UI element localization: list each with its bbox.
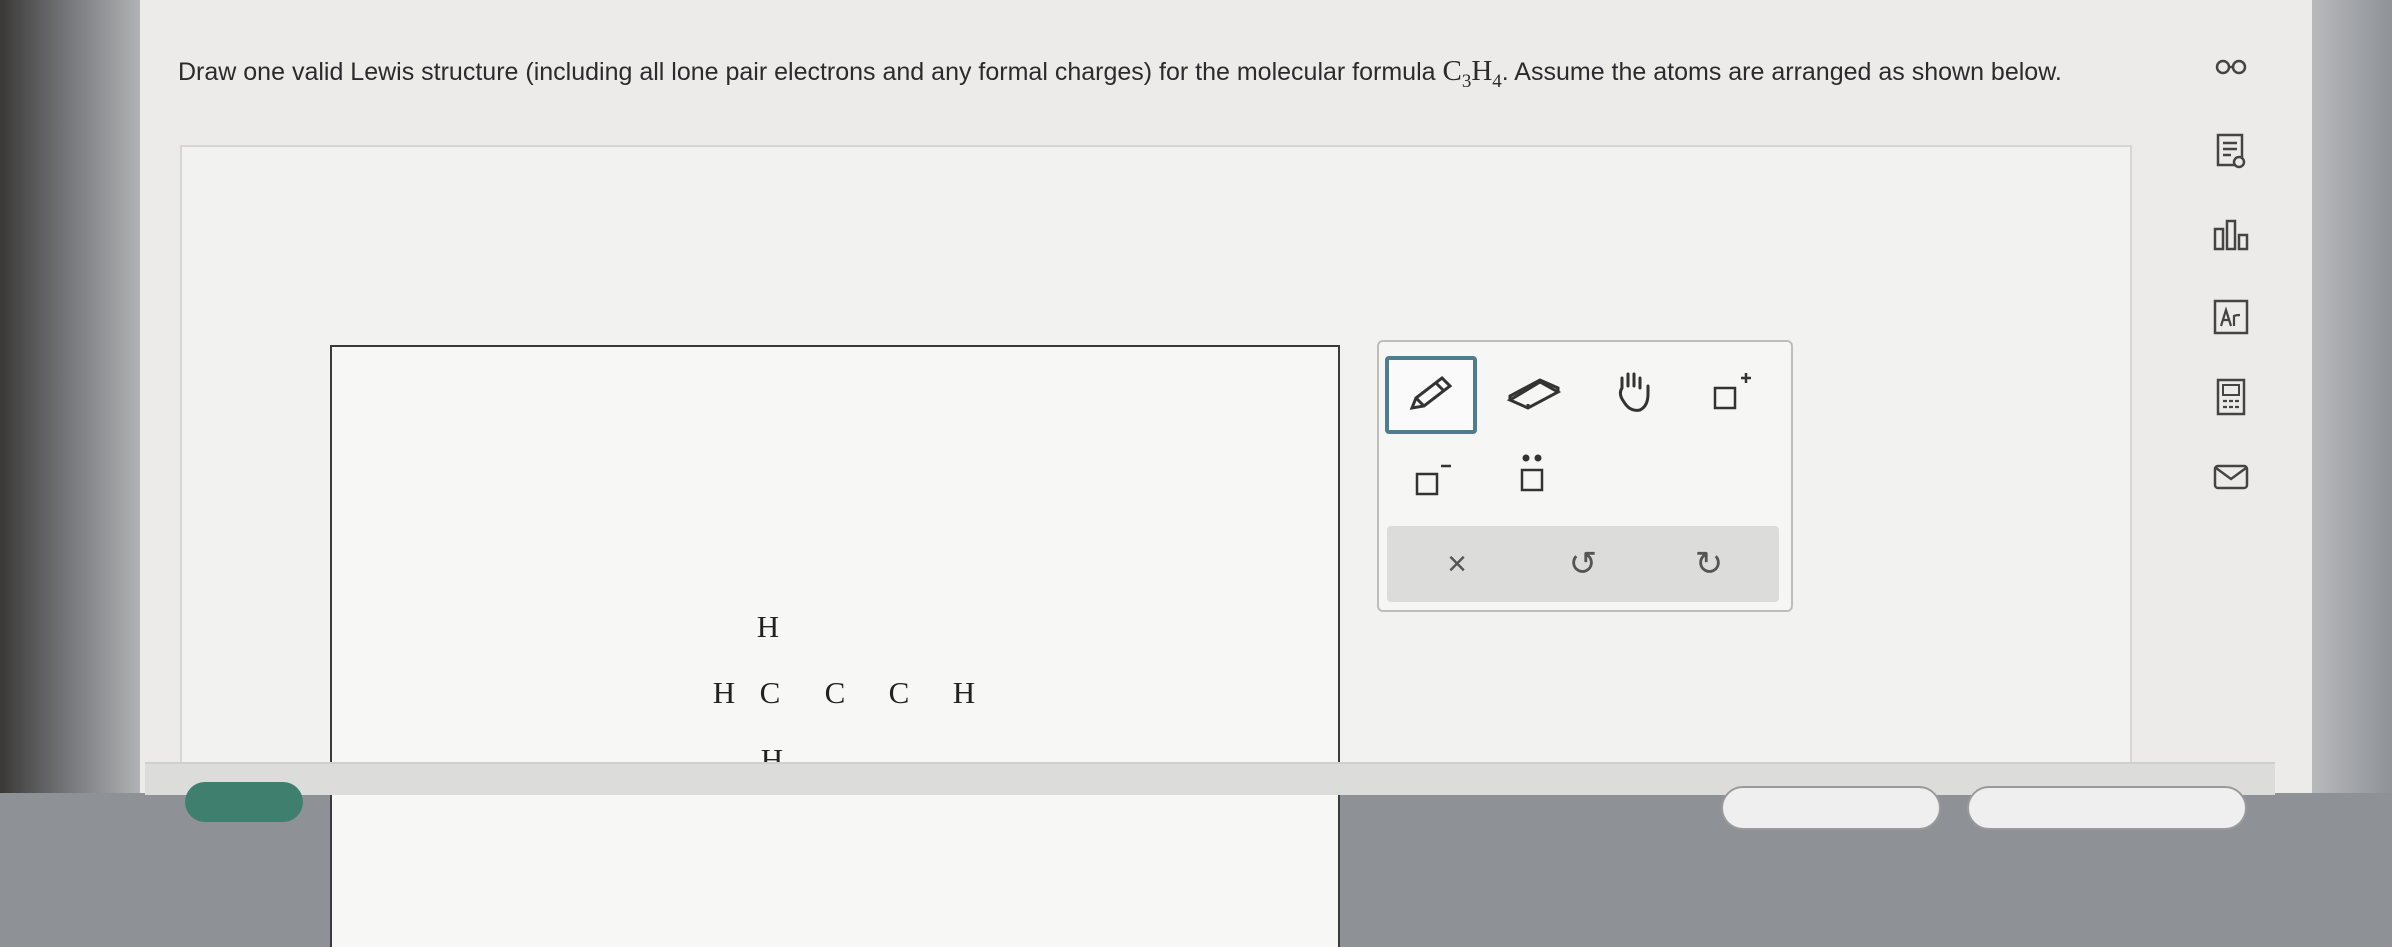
eraser-icon — [1506, 378, 1562, 410]
redo-button[interactable]: ↻ — [1659, 530, 1759, 598]
question-page: Draw one valid Lewis structure (includin… — [140, 0, 2312, 947]
question-text-after: . Assume the atoms are arranged as shown… — [1501, 58, 2062, 86]
explanation-button[interactable] — [185, 782, 303, 822]
atom-h-right[interactable]: H — [949, 675, 979, 711]
atom-h-left[interactable]: H — [709, 675, 739, 711]
atom-c2[interactable]: C — [820, 675, 850, 711]
drawing-toolbox: × ↺ ↻ — [1377, 340, 1793, 612]
clear-button[interactable]: × — [1407, 530, 1507, 598]
negative-charge-icon — [1415, 464, 1451, 496]
glasses-icon[interactable] — [2206, 42, 2256, 92]
answer-area: H H C C C H H × ↺ ↻ — [180, 145, 2132, 947]
lone-pair-tool[interactable] — [1489, 438, 1575, 510]
pencil-icon — [1409, 376, 1453, 410]
bottom-bar — [145, 762, 2275, 830]
hand-icon — [1618, 372, 1650, 412]
molecular-formula: C3H4 — [1442, 55, 1502, 92]
drawing-canvas[interactable]: H H C C C H H — [330, 345, 1340, 947]
periodic-table-icon[interactable] — [2206, 292, 2256, 342]
negative-charge-tool[interactable] — [1389, 442, 1475, 514]
left-background — [0, 0, 150, 793]
question-text-before: Draw one valid Lewis structure (includin… — [178, 58, 1443, 86]
eraser-tool[interactable] — [1491, 358, 1577, 430]
action-bar: × ↺ ↻ — [1387, 526, 1779, 602]
calculator-icon[interactable] — [2206, 372, 2256, 422]
chart-icon[interactable] — [2206, 210, 2256, 260]
atom-c3[interactable]: C — [884, 675, 914, 711]
undo-button[interactable]: ↺ — [1533, 530, 1633, 598]
atom-h-top[interactable]: H — [753, 609, 783, 645]
mail-icon[interactable] — [2206, 452, 2256, 502]
positive-charge-icon — [1713, 373, 1751, 410]
hand-tool[interactable] — [1591, 356, 1677, 428]
atom-c1[interactable]: C — [755, 675, 785, 711]
positive-charge-tool[interactable] — [1689, 356, 1775, 428]
notes-icon[interactable] — [2206, 126, 2256, 176]
question-text: Draw one valid Lewis structure (includin… — [178, 46, 2178, 107]
pencil-tool[interactable] — [1385, 356, 1477, 434]
lone-pair-icon — [1520, 454, 1544, 492]
